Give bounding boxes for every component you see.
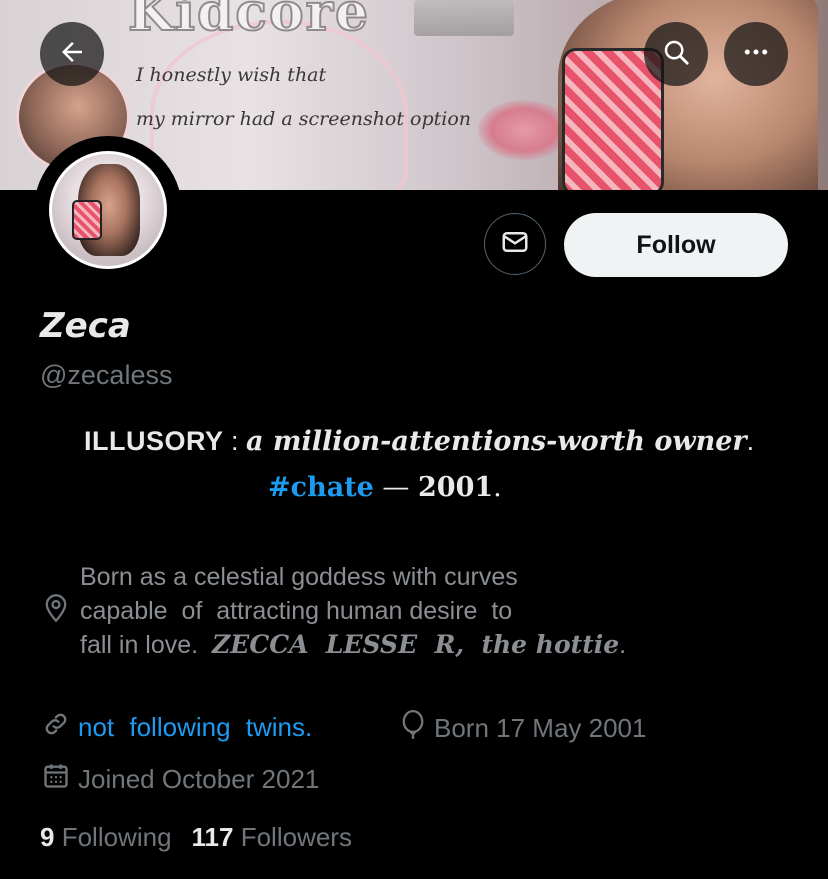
bio-line-3: fall in love. ZECCA LESSE R, the hottie.	[80, 628, 800, 662]
following-count: 9	[40, 822, 55, 852]
tagline-end: .	[493, 472, 502, 503]
headline-phrase: a million-attentions-worth owner	[246, 426, 747, 457]
followers-count: 117	[191, 822, 234, 852]
avatar-phone-image	[72, 200, 102, 240]
balloon-icon	[400, 710, 426, 747]
bio-headline: ILLUSORY : a million-attentions-worth ow…	[84, 426, 754, 457]
profile-link[interactable]: not following twins.	[42, 710, 312, 745]
banner-brand-text: Kidcore	[127, 0, 371, 44]
bio-line-1: Born as a celestial goddess with curves	[80, 563, 518, 591]
link-icon	[42, 710, 70, 745]
hashtag-link[interactable]: #chate	[268, 472, 374, 503]
tagline-year: 2001	[418, 472, 494, 503]
tagline-dash: —	[373, 472, 419, 503]
birthday-text: Born 17 May 2001	[434, 713, 647, 743]
following-link[interactable]: 9 Following	[40, 822, 172, 852]
display-name: Zeca	[40, 306, 131, 346]
bio-tagline: #chate — 2001.	[268, 472, 502, 503]
location-bio: Born as a celestial goddess with curves …	[80, 560, 800, 662]
followers-link[interactable]: 117 Followers	[192, 822, 352, 852]
headline-separator: :	[223, 426, 247, 456]
bio-line-3-plain: fall in love.	[80, 631, 213, 659]
search-button[interactable]	[644, 22, 708, 86]
back-button[interactable]	[40, 22, 104, 86]
banner-figures-image	[414, 0, 514, 36]
avatar-ring	[34, 136, 182, 284]
profile-link-text[interactable]: not following twins.	[78, 712, 312, 743]
more-horizontal-icon	[741, 37, 771, 72]
join-date-text: Joined October 2021	[78, 764, 320, 794]
avatar[interactable]	[49, 151, 167, 269]
more-options-button[interactable]	[724, 22, 788, 86]
followers-label: Followers	[240, 822, 352, 852]
search-icon	[661, 37, 691, 72]
bio-line-3-emphasis: ZECCA LESSE R, the hottie	[212, 630, 620, 659]
following-label: Following	[61, 822, 172, 852]
headline-end: .	[746, 426, 755, 456]
banner-heart-decoration	[150, 20, 408, 190]
bio-line-2: capable of attracting human desire to	[80, 597, 513, 625]
location-pin-icon	[42, 593, 70, 628]
follow-button[interactable]: Follow	[564, 213, 788, 277]
banner-quote-line-2: my mirror had a screenshot option	[136, 108, 472, 130]
arrow-left-icon	[57, 37, 87, 72]
user-handle: @zecaless	[40, 360, 173, 390]
banner-quote-line-1: I honestly wish that	[136, 64, 327, 86]
birthday: Born 17 May 2001	[400, 710, 646, 747]
mail-icon	[500, 227, 530, 262]
calendar-icon	[42, 762, 70, 797]
follow-stats: 9 Following 117 Followers	[40, 822, 352, 853]
message-button[interactable]	[484, 213, 546, 275]
join-date: Joined October 2021	[42, 762, 319, 797]
banner-lips-decoration	[478, 100, 570, 160]
bio-line-3-end: .	[619, 631, 627, 659]
headline-label: ILLUSORY	[84, 426, 224, 456]
